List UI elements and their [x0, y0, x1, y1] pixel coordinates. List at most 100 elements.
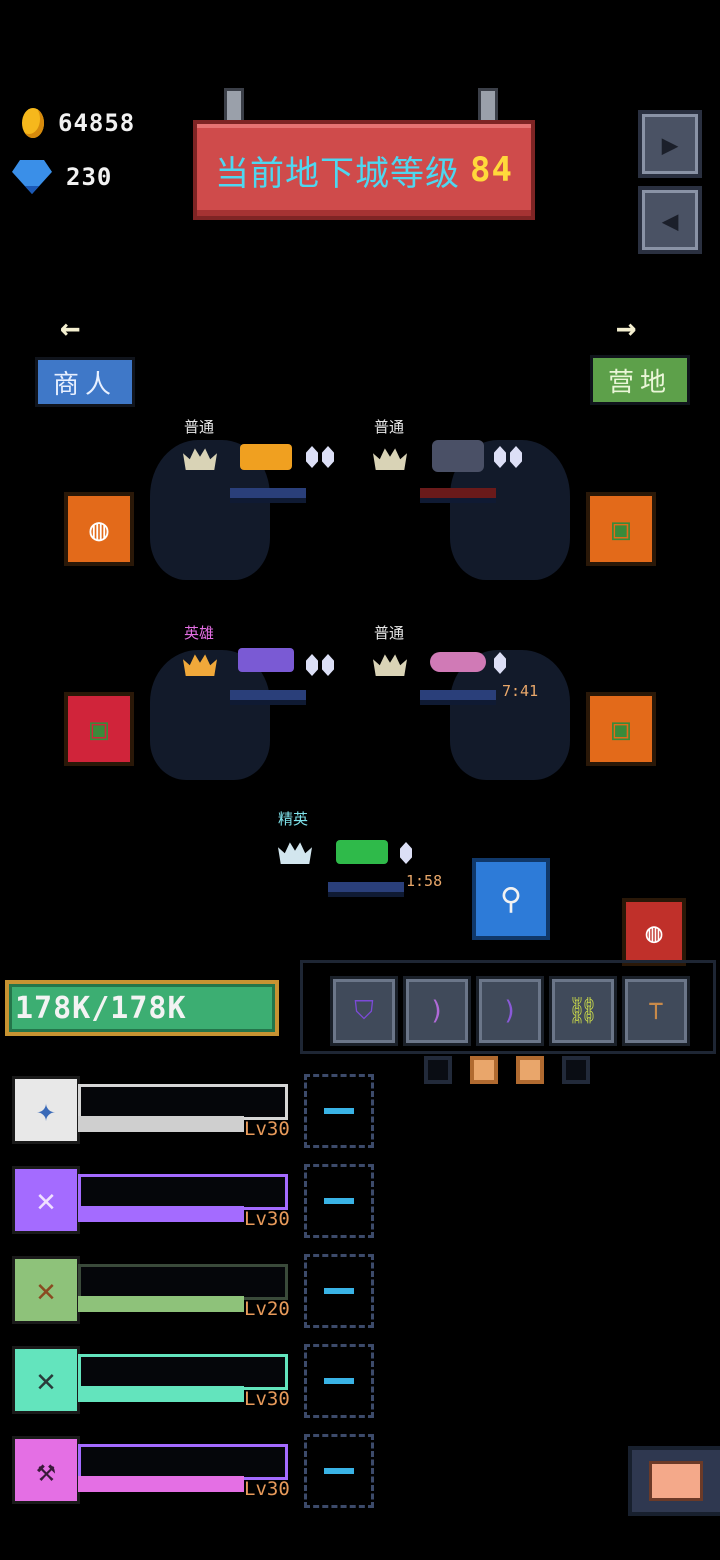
exit-icon: ▶: [661, 127, 679, 161]
diamond-amount: 230: [66, 163, 113, 191]
crown-icon: [373, 654, 407, 676]
equipment-slot[interactable]: ): [476, 976, 544, 1046]
skill-bar-icon: [324, 1198, 354, 1204]
equipment-slot[interactable]: ⊤: [622, 976, 690, 1046]
spellbook-icon: ▣: [611, 711, 631, 747]
rarity-label: 英雄: [184, 624, 215, 642]
hero-row[interactable]: ✦ Lv30: [12, 1074, 374, 1148]
hero-row[interactable]: ⚒ Lv30: [12, 1434, 374, 1508]
altar-reward-card[interactable]: ⚲: [472, 858, 550, 940]
hero-level: Lv30: [244, 1478, 290, 1500]
horn-icon: ◍: [645, 915, 663, 949]
hero-portrait[interactable]: ✕: [12, 1256, 80, 1324]
spellbook-icon: ▣: [89, 711, 109, 747]
hero-hp-bar: [78, 1386, 244, 1402]
scepter-icon: ⚲: [500, 881, 522, 917]
altar-reward-card[interactable]: ▣: [586, 692, 656, 766]
hero-xp-bar: [78, 1174, 288, 1210]
merchant-label: 商人: [52, 369, 117, 400]
crystal-icons: [494, 446, 526, 472]
hero-hp-bar: [78, 1206, 244, 1222]
left-arrow-icon[interactable]: ←: [60, 308, 80, 348]
weapon-icon: [432, 440, 484, 472]
hero-skill-slot[interactable]: [304, 1434, 374, 1508]
page-dot[interactable]: [424, 1056, 452, 1084]
page-dot[interactable]: [562, 1056, 590, 1084]
treasure-chest-button[interactable]: [628, 1446, 720, 1516]
hero-level: Lv30: [244, 1118, 290, 1140]
sound-button[interactable]: ◀: [638, 186, 702, 254]
crystal-icons: [400, 842, 416, 868]
hero-skill-slot[interactable]: [304, 1344, 374, 1418]
page-dot[interactable]: [516, 1056, 544, 1084]
equipment-slot[interactable]: ⛉: [330, 976, 398, 1046]
hero-hp-bar: [78, 1476, 244, 1492]
signpost-icon: ⊤: [648, 996, 664, 1026]
shield-icon: ⛉: [354, 995, 374, 1026]
hero-skill-slot[interactable]: [304, 1074, 374, 1148]
hero-row[interactable]: ✕ Lv20: [12, 1254, 374, 1328]
gold-counter: 64858: [22, 108, 135, 138]
hp-text: 178K/178K: [15, 990, 187, 1026]
diamond-counter: 230: [12, 160, 112, 194]
gold-key-icon: [240, 444, 292, 470]
hero-row[interactable]: ✕ Lv30: [12, 1164, 374, 1238]
rarity-label: 普通: [374, 624, 405, 642]
hero-skill-slot[interactable]: [304, 1254, 374, 1328]
page-dot[interactable]: [470, 1056, 498, 1084]
hero-xp-bar: [78, 1444, 288, 1480]
claw-icon: ✦: [36, 1091, 56, 1129]
bow-icon: ): [429, 996, 445, 1026]
gold-amount: 64858: [58, 109, 136, 137]
sound-icon: ◀: [661, 203, 679, 237]
hero-portrait[interactable]: ✦: [12, 1076, 80, 1144]
right-arrow-icon[interactable]: →: [616, 308, 636, 348]
hero-portrait[interactable]: ✕: [12, 1346, 80, 1414]
hero-skill-slot[interactable]: [304, 1164, 374, 1238]
skill-bar-icon: [324, 1108, 354, 1114]
crystal-icons: [494, 652, 510, 678]
altar-pedestal: [230, 690, 306, 705]
hero-level: Lv30: [244, 1208, 290, 1230]
rarity-label: 普通: [374, 418, 405, 436]
hero-xp-bar: [78, 1354, 288, 1390]
hero-level: Lv20: [244, 1298, 290, 1320]
camp-button[interactable]: 营地: [590, 355, 690, 405]
dungeon-level-value: 84: [470, 150, 513, 190]
chest-icon: [649, 1461, 703, 1501]
altar-pedestal: [420, 488, 496, 503]
spellbook-icon: ▣: [611, 511, 631, 547]
bonus-reward-card[interactable]: ◍: [622, 898, 686, 966]
hero-xp-bar: [78, 1084, 288, 1120]
hp-bar: 178K/178K: [5, 980, 279, 1036]
altar-reward-card[interactable]: ▣: [586, 492, 656, 566]
coin-icon: [22, 108, 44, 138]
exit-button[interactable]: ▶: [638, 110, 702, 178]
merchant-button[interactable]: 商人: [35, 357, 135, 407]
crossbow-icon: ✕: [36, 1181, 56, 1219]
bow-icon: ✕: [36, 1271, 56, 1309]
equipment-slot[interactable]: ⛓: [549, 976, 617, 1046]
dungeon-level-label: 当前地下城等级: [215, 153, 461, 194]
altar-reward-card[interactable]: ◍: [64, 492, 134, 566]
hero-xp-bar: [78, 1264, 288, 1300]
altar-reward-card[interactable]: ▣: [64, 692, 134, 766]
equipment-slot[interactable]: ): [403, 976, 471, 1046]
rarity-label: 普通: [184, 418, 215, 436]
camp-label: 营地: [607, 367, 672, 398]
hero-hp-bar: [78, 1296, 244, 1312]
diamond-icon: [12, 160, 52, 194]
pickaxe-icon: ⚒: [36, 1451, 56, 1489]
hero-level: Lv30: [244, 1388, 290, 1410]
sword-icon: [238, 648, 294, 672]
hero-row[interactable]: ✕ Lv30: [12, 1344, 374, 1418]
altar-timer: 1:58: [406, 872, 443, 890]
altar-timer: 7:41: [502, 682, 539, 700]
altar-pedestal: [420, 690, 496, 705]
hero-hp-bar: [78, 1116, 244, 1132]
crystal-icons: [306, 654, 338, 680]
crystal-icons: [306, 446, 338, 472]
hero-portrait[interactable]: ⚒: [12, 1436, 80, 1504]
staff-icon: [430, 652, 486, 672]
hero-portrait[interactable]: ✕: [12, 1166, 80, 1234]
